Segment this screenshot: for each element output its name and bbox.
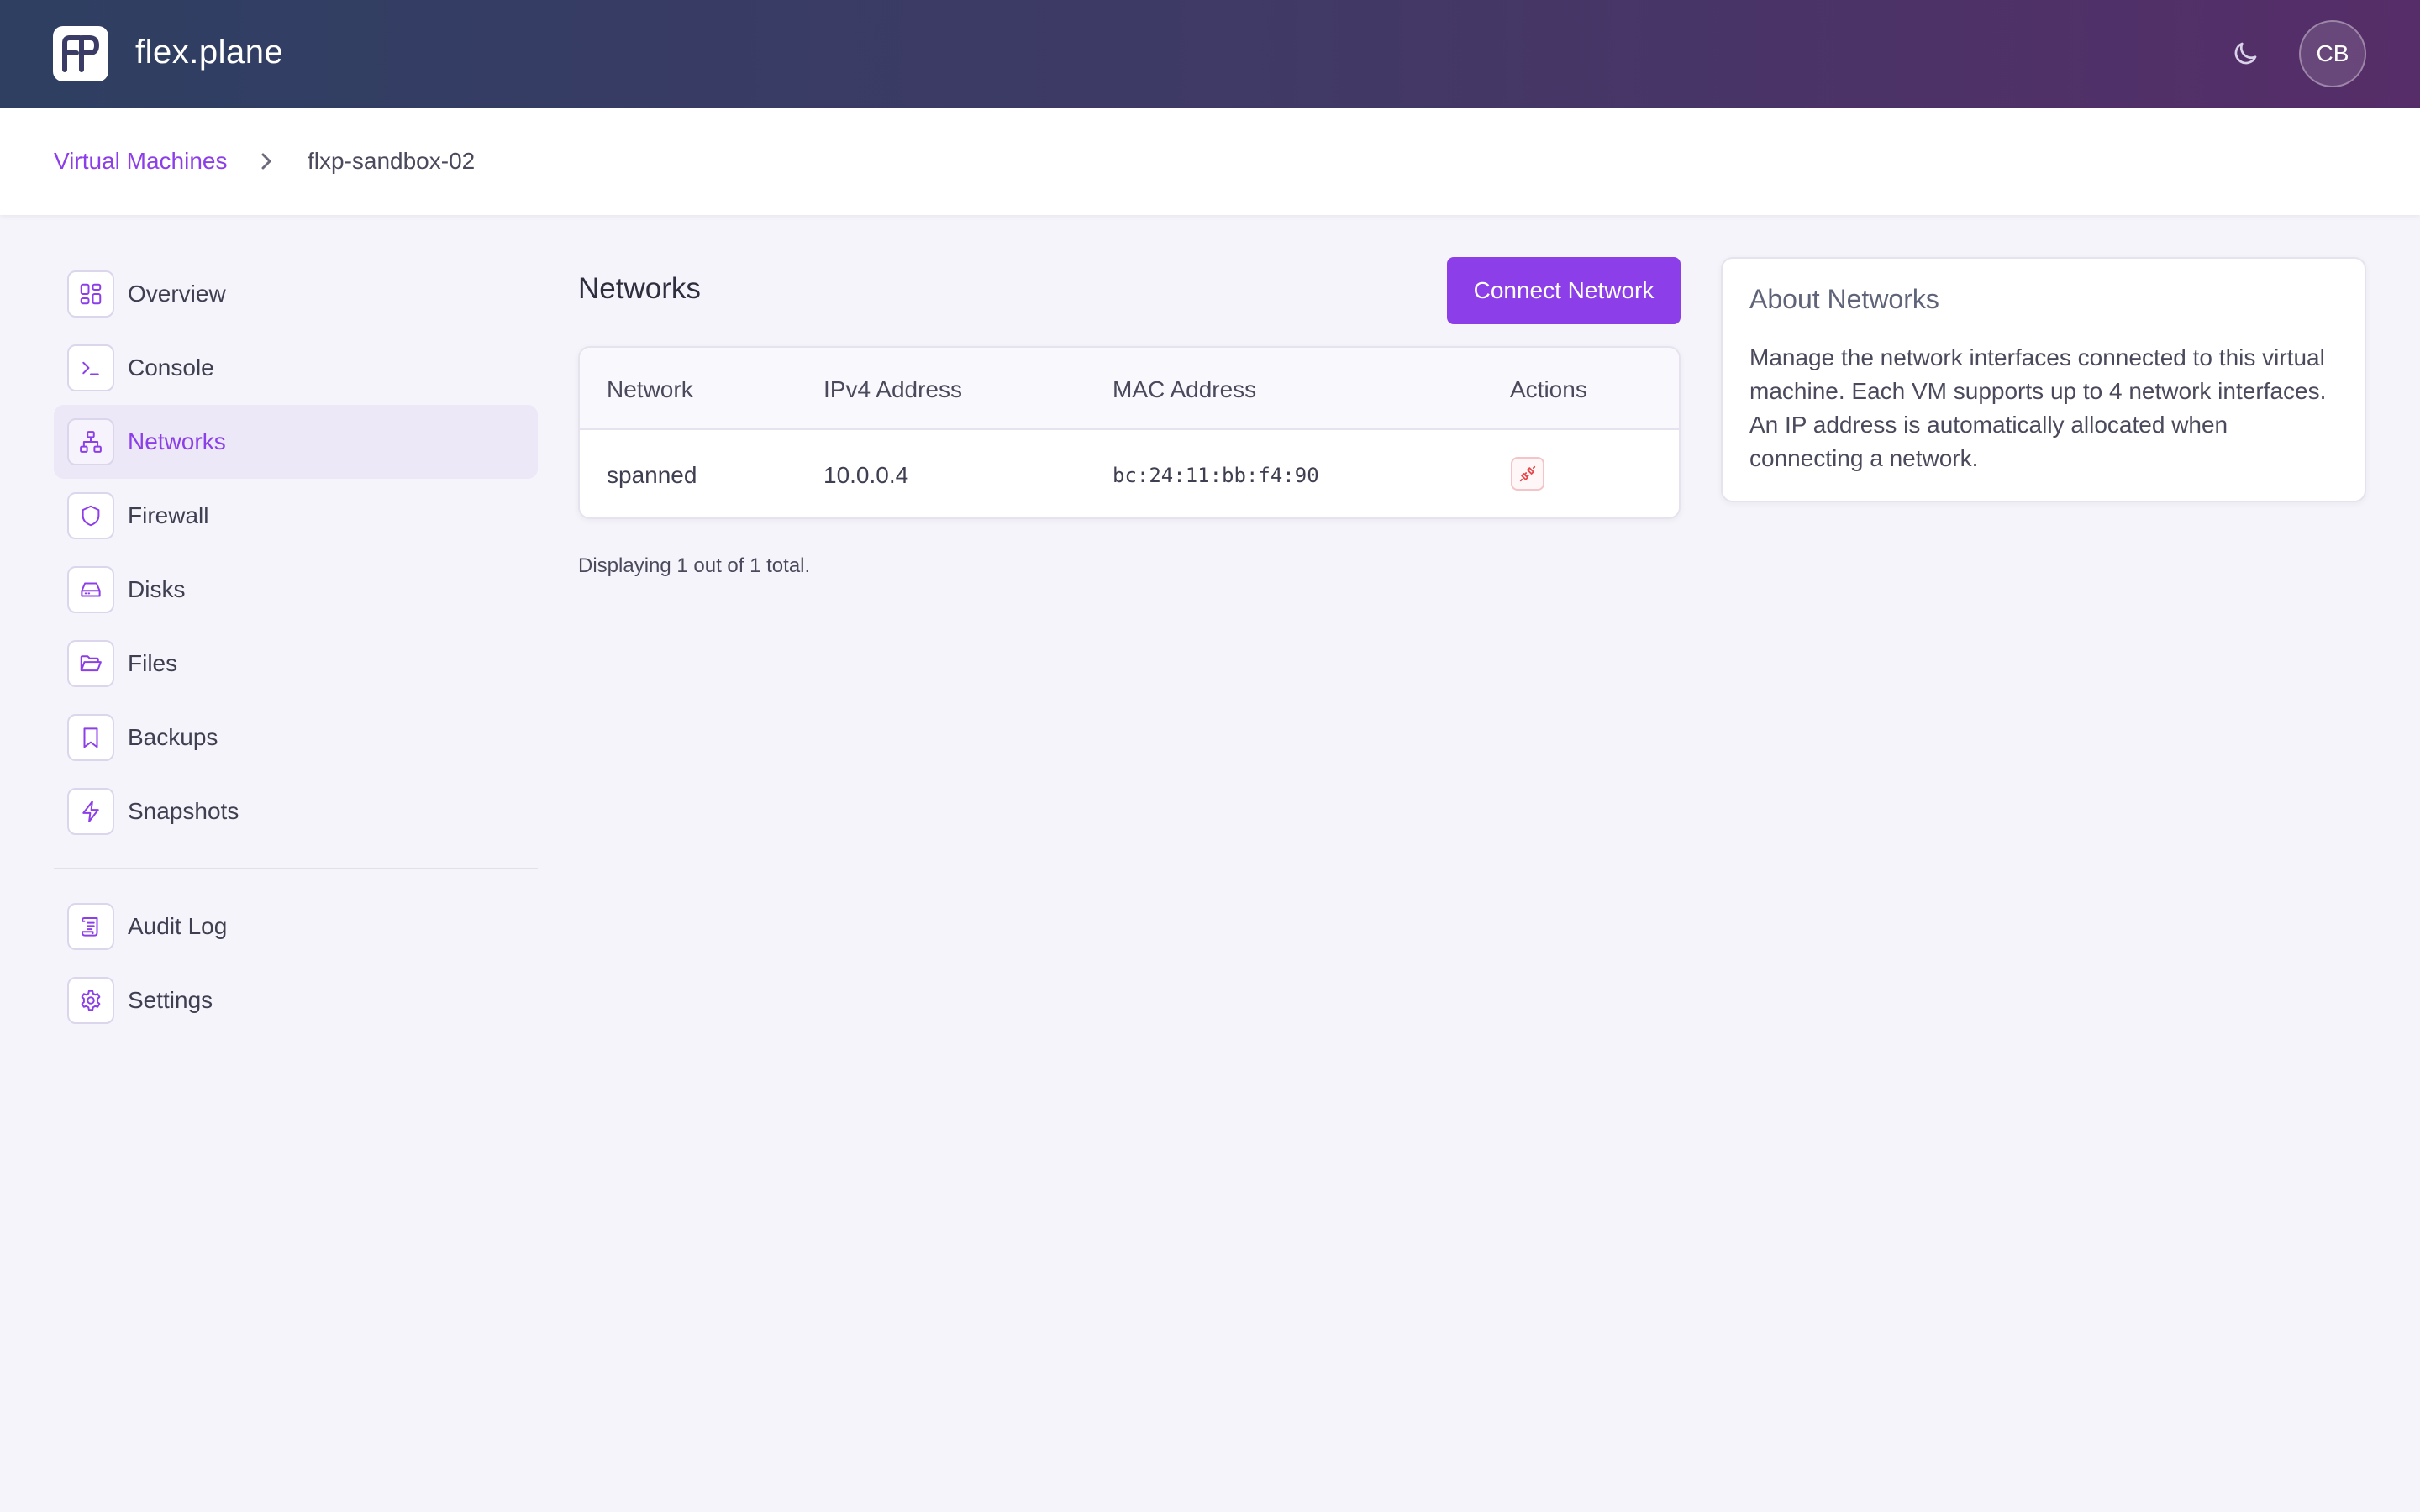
networks-table: Network IPv4 Address MAC Address Actions… bbox=[578, 346, 1681, 519]
grid-icon bbox=[67, 270, 114, 318]
breadcrumb-virtual-machines[interactable]: Virtual Machines bbox=[54, 148, 227, 175]
scroll-icon bbox=[67, 903, 114, 950]
sidebar-item-label: Overview bbox=[128, 281, 226, 307]
sidebar-item-label: Settings bbox=[128, 987, 213, 1013]
sidebar-item-settings[interactable]: Settings bbox=[54, 963, 538, 1037]
top-bar: flex.plane CB bbox=[0, 0, 2420, 108]
sidebar-item-files[interactable]: Files bbox=[54, 627, 538, 701]
sidebar-item-audit-log[interactable]: Audit Log bbox=[54, 890, 538, 963]
drive-icon bbox=[67, 566, 114, 613]
folder-icon bbox=[67, 640, 114, 687]
chevron-right-icon bbox=[257, 150, 276, 173]
disconnect-icon bbox=[1519, 465, 1536, 482]
brand-name[interactable]: flex.plane bbox=[135, 34, 283, 71]
sidebar-item-label: Networks bbox=[128, 428, 226, 454]
table-footer-count: Displaying 1 out of 1 total. bbox=[578, 554, 811, 577]
gear-icon bbox=[67, 977, 114, 1024]
sidebar-item-label: Audit Log bbox=[128, 913, 228, 939]
theme-toggle-moon-icon[interactable] bbox=[2225, 34, 2265, 74]
ipv4-cell: 10.0.0.4 bbox=[823, 462, 909, 488]
mac-address-cell: bc:24:11:bb:f4:90 bbox=[1113, 464, 1319, 487]
about-title: About Networks bbox=[1749, 284, 1939, 314]
disconnect-network-button[interactable] bbox=[1511, 457, 1544, 491]
sidebar-item-networks[interactable]: Networks bbox=[54, 405, 538, 479]
user-avatar[interactable]: CB bbox=[2299, 20, 2366, 87]
network-icon bbox=[67, 418, 114, 465]
connect-network-button[interactable]: Connect Network bbox=[1447, 257, 1681, 324]
sidebar-item-label: Firewall bbox=[128, 502, 209, 528]
about-networks-card: About Networks Manage the network interf… bbox=[1721, 257, 2366, 502]
column-header-actions: Actions bbox=[1510, 376, 1587, 402]
sidebar-item-label: Snapshots bbox=[128, 798, 239, 824]
sidebar-item-label: Console bbox=[128, 354, 214, 381]
sidebar-item-backups[interactable]: Backups bbox=[54, 701, 538, 774]
flexplane-logo-icon[interactable] bbox=[53, 26, 108, 81]
sidebar-item-console[interactable]: Console bbox=[54, 331, 538, 405]
user-initials: CB bbox=[2316, 40, 2349, 66]
shield-icon bbox=[67, 492, 114, 539]
sidebar-item-disks[interactable]: Disks bbox=[54, 553, 538, 627]
sidebar-item-snapshots[interactable]: Snapshots bbox=[54, 774, 538, 848]
sidebar-item-label: Files bbox=[128, 650, 178, 676]
sidebar-item-label: Backups bbox=[128, 724, 218, 750]
sidebar-item-overview[interactable]: Overview bbox=[54, 257, 538, 331]
bolt-icon bbox=[67, 788, 114, 835]
bookmark-icon bbox=[67, 714, 114, 761]
page-title: Networks bbox=[578, 272, 701, 305]
table-header: Network IPv4 Address MAC Address Actions bbox=[580, 348, 1679, 430]
terminal-icon bbox=[67, 344, 114, 391]
sidebar-divider bbox=[54, 868, 538, 869]
sidebar-item-firewall[interactable]: Firewall bbox=[54, 479, 538, 553]
column-header-network: Network bbox=[607, 376, 693, 402]
sidebar-item-label: Disks bbox=[128, 576, 186, 602]
column-header-ipv4: IPv4 Address bbox=[823, 376, 962, 402]
network-name-cell: spanned bbox=[607, 462, 697, 488]
about-description: Manage the network interfaces connected … bbox=[1749, 344, 2327, 471]
breadcrumb-current-vm: flxp-sandbox-02 bbox=[308, 148, 476, 174]
column-header-mac: MAC Address bbox=[1113, 376, 1257, 402]
